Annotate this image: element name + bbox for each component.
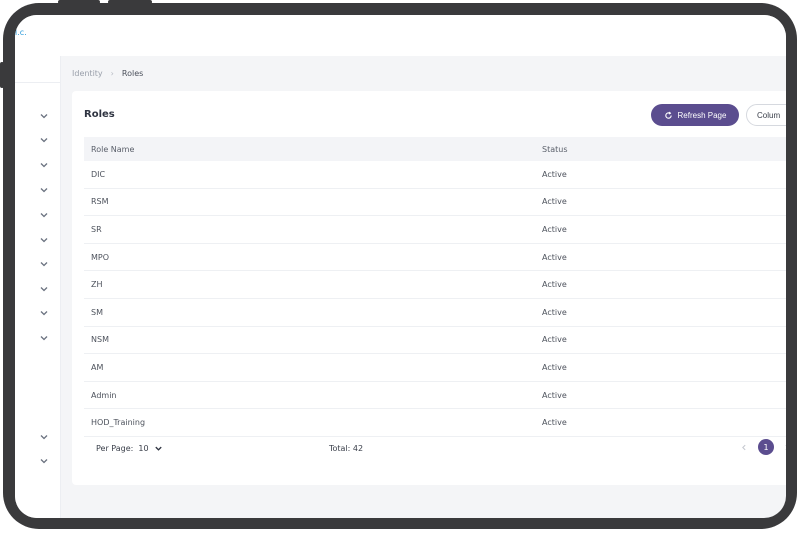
chevron-down-icon[interactable] [39, 259, 49, 269]
chevron-down-icon[interactable] [39, 333, 49, 343]
chevron-right-icon[interactable] [783, 443, 786, 452]
column-header-role-name[interactable]: Role Name [91, 145, 134, 154]
role-name-cell: DIC [91, 169, 106, 179]
refresh-icon [664, 111, 672, 119]
table-row[interactable]: DIC Active [84, 161, 786, 189]
role-name-cell: AM [91, 362, 104, 372]
per-page-select[interactable]: Per Page: 10 [96, 444, 163, 453]
table-row[interactable]: ZH Active [84, 271, 786, 299]
chevron-down-icon[interactable] [39, 308, 49, 318]
table-row[interactable]: SM Active [84, 299, 786, 327]
chevron-down-icon[interactable] [39, 160, 49, 170]
columns-label: Colum [757, 110, 781, 120]
chevron-down-icon[interactable] [39, 284, 49, 294]
role-name-cell: Admin [91, 390, 117, 400]
table-row[interactable]: AM Active [84, 354, 786, 382]
per-page-label: Per Page: [96, 444, 134, 453]
role-name-cell: RSM [91, 197, 109, 207]
breadcrumb: Identity › Roles [72, 69, 143, 78]
table-row[interactable]: Admin Active [84, 382, 786, 410]
role-name-cell: SR [91, 224, 102, 234]
role-name-cell: ZH [91, 280, 103, 290]
chevron-down-icon[interactable] [39, 135, 49, 145]
refresh-page-label: Refresh Page [677, 110, 727, 120]
table-footer: Per Page: 10 Total: 42 1 [84, 439, 786, 461]
table-row[interactable]: MPO Active [84, 244, 786, 272]
role-name-cell: MPO [91, 252, 110, 262]
status-cell: Active [542, 418, 567, 428]
topbar: l.c. [15, 15, 786, 56]
chevron-down-icon[interactable] [39, 210, 49, 220]
hardware-button [108, 0, 152, 4]
status-cell: Active [542, 252, 567, 262]
status-cell: Active [542, 169, 567, 179]
chevron-down-icon [154, 446, 162, 451]
brand-logo-text: l.c. [15, 28, 27, 37]
status-cell: Active [542, 390, 567, 400]
sidebar-header [15, 56, 60, 83]
table-row[interactable]: SR Active [84, 216, 786, 244]
columns-button[interactable]: Colum [746, 104, 786, 126]
role-name-cell: HOD_Training [91, 418, 146, 428]
table-row[interactable]: RSM Active [84, 189, 786, 217]
chevron-down-icon[interactable] [39, 235, 49, 245]
total-count: Total: 42 [329, 444, 364, 453]
sidebar [15, 56, 61, 518]
table-row[interactable]: NSM Active [84, 327, 786, 355]
page-title: Roles [84, 109, 115, 120]
screen: l.c. Identity › Roles Roles Refresh Page C… [15, 15, 786, 518]
chevron-down-icon[interactable] [39, 185, 49, 195]
table-row[interactable]: HOD_Training Active [84, 409, 786, 437]
chevron-down-icon[interactable] [39, 456, 49, 466]
hardware-side-button [0, 62, 4, 88]
chevron-down-icon[interactable] [39, 432, 49, 442]
per-page-value: 10 [138, 444, 149, 453]
role-name-cell: SM [91, 307, 103, 317]
roles-table: Role Name Status DIC Active RSM Active SR A… [84, 137, 786, 437]
status-cell: Active [542, 307, 567, 317]
status-cell: Active [542, 362, 567, 372]
hardware-button [58, 0, 100, 4]
role-name-cell: NSM [91, 335, 109, 345]
breadcrumb-current: Roles [121, 69, 144, 78]
status-cell: Active [542, 335, 567, 345]
chevron-left-icon[interactable] [740, 443, 748, 452]
table-header: Role Name Status [84, 137, 786, 161]
status-cell: Active [542, 224, 567, 234]
pagination-page-button[interactable]: 1 [758, 439, 774, 455]
breadcrumb-parent[interactable]: Identity [72, 69, 103, 78]
chevron-down-icon[interactable] [39, 111, 49, 121]
column-header-status[interactable]: Status [542, 145, 568, 154]
breadcrumb-separator: › [110, 69, 114, 78]
refresh-page-button[interactable]: Refresh Page [651, 104, 739, 126]
status-cell: Active [542, 280, 567, 290]
roles-card: Roles Refresh Page Colum Role Name Statu… [72, 91, 786, 485]
status-cell: Active [542, 197, 567, 207]
